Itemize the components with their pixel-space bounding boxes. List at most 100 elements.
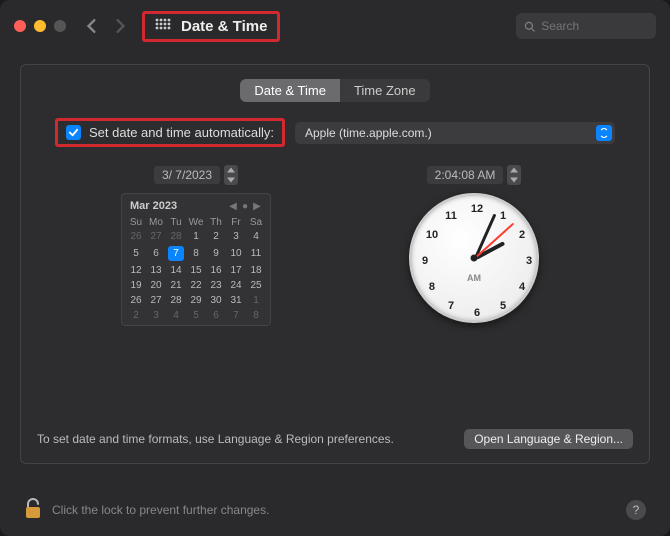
calendar-day[interactable]: 7 [226,308,246,323]
help-button[interactable]: ? [626,500,646,520]
title-highlight: Date & Time [142,11,280,42]
calendar-day[interactable]: 12 [126,263,146,278]
calendar-day[interactable]: 8 [186,244,206,263]
search-icon [524,20,535,33]
time-server-combo[interactable]: Apple (time.apple.com.) [295,122,615,144]
calendar-dow: Su [126,216,146,229]
calendar-day[interactable]: 7 [166,244,186,263]
calendar-day[interactable]: 8 [246,308,266,323]
calendar-day[interactable]: 19 [126,278,146,293]
calendar-day[interactable]: 28 [166,293,186,308]
calendar-day[interactable]: 23 [206,278,226,293]
calendar-day[interactable]: 26 [126,293,146,308]
time-column: 2:04:08 AM AM 121234567891011 [355,165,593,326]
calendar-day[interactable]: 2 [206,229,226,244]
calendar[interactable]: Mar 2023 ◀ ● ▶ SuMoTuWeThFrSa 2627281234… [121,193,271,326]
footer: Click the lock to prevent further change… [24,497,646,522]
clock-number: 9 [422,255,428,267]
clock-number: 8 [429,281,435,293]
calendar-day[interactable]: 27 [146,229,166,244]
calendar-day[interactable]: 14 [166,263,186,278]
calendar-day[interactable]: 9 [206,244,226,263]
calendar-day[interactable]: 11 [246,244,266,263]
clock-number: 7 [448,300,454,312]
clock-number: 3 [526,255,532,267]
forward-button[interactable] [110,16,130,36]
minimize-window-button[interactable] [34,20,46,32]
calendar-day[interactable]: 24 [226,278,246,293]
clock-number: 12 [471,203,483,215]
time-stepper[interactable] [507,165,521,185]
calendar-day[interactable]: 18 [246,263,266,278]
calendar-day[interactable]: 4 [166,308,186,323]
tab-group: Date & Time Time Zone [240,79,429,102]
date-field[interactable]: 3/ 7/2023 [154,166,220,184]
calendar-day[interactable]: 10 [226,244,246,263]
clock-number: 2 [519,229,525,241]
calendar-dow: Sa [246,216,266,229]
search-input[interactable] [541,19,648,33]
cal-next-icon[interactable]: ▶ [252,201,262,211]
auto-time-checkbox[interactable] [66,125,81,140]
calendar-day[interactable]: 17 [226,263,246,278]
format-hint-text: To set date and time formats, use Langua… [37,432,394,446]
time-server-value: Apple (time.apple.com.) [305,126,432,140]
clock-number: 6 [474,307,480,319]
calendar-day[interactable]: 5 [186,308,206,323]
combo-chevron-icon [596,125,612,141]
clock-number: 5 [500,300,506,312]
calendar-day[interactable]: 1 [186,229,206,244]
calendar-day[interactable]: 15 [186,263,206,278]
calendar-day[interactable]: 13 [146,263,166,278]
calendar-day[interactable]: 29 [186,293,206,308]
calendar-day[interactable]: 5 [126,244,146,263]
calendar-day[interactable]: 20 [146,278,166,293]
clock-number: 4 [519,281,525,293]
calendar-dow: Fr [226,216,246,229]
close-window-button[interactable] [14,20,26,32]
clock-ampm: AM [467,273,481,283]
calendar-day[interactable]: 30 [206,293,226,308]
show-all-icon[interactable] [155,18,171,34]
calendar-day[interactable]: 26 [126,229,146,244]
clock-number: 11 [445,210,457,222]
date-stepper[interactable] [224,165,238,185]
calendar-dow: Mo [146,216,166,229]
lock-hint-text: Click the lock to prevent further change… [52,503,269,517]
clock-pin [471,255,478,262]
zoom-window-button [54,20,66,32]
calendar-day[interactable]: 27 [146,293,166,308]
calendar-day[interactable]: 6 [146,244,166,263]
calendar-day[interactable]: 28 [166,229,186,244]
lock-icon[interactable] [24,497,42,522]
preferences-panel: Date & Time Time Zone Set date and time … [20,64,650,464]
calendar-day[interactable]: 6 [206,308,226,323]
calendar-day[interactable]: 25 [246,278,266,293]
calendar-day[interactable]: 3 [226,229,246,244]
auto-time-highlight: Set date and time automatically: [55,118,285,147]
calendar-day[interactable]: 21 [166,278,186,293]
auto-time-label: Set date and time automatically: [89,125,274,140]
tab-date-time[interactable]: Date & Time [240,79,340,102]
calendar-day[interactable]: 3 [146,308,166,323]
calendar-dow: We [186,216,206,229]
calendar-title: Mar 2023 [130,200,177,212]
tab-time-zone[interactable]: Time Zone [340,79,430,102]
calendar-grid: SuMoTuWeThFrSa 2627281234567891011121314… [126,216,266,323]
calendar-day[interactable]: 4 [246,229,266,244]
calendar-day[interactable]: 31 [226,293,246,308]
calendar-day[interactable]: 2 [126,308,146,323]
calendar-dow: Tu [166,216,186,229]
cal-prev-icon[interactable]: ◀ [228,201,238,211]
clock-number: 1 [500,210,506,222]
time-field[interactable]: 2:04:08 AM [427,166,504,184]
clock-number: 10 [426,229,438,241]
search-field[interactable] [516,13,656,39]
calendar-day[interactable]: 16 [206,263,226,278]
cal-today-icon[interactable]: ● [240,201,250,211]
analog-clock: AM 121234567891011 [409,193,539,323]
calendar-day[interactable]: 22 [186,278,206,293]
open-language-region-button[interactable]: Open Language & Region... [464,429,633,449]
calendar-day[interactable]: 1 [246,293,266,308]
back-button[interactable] [82,16,102,36]
